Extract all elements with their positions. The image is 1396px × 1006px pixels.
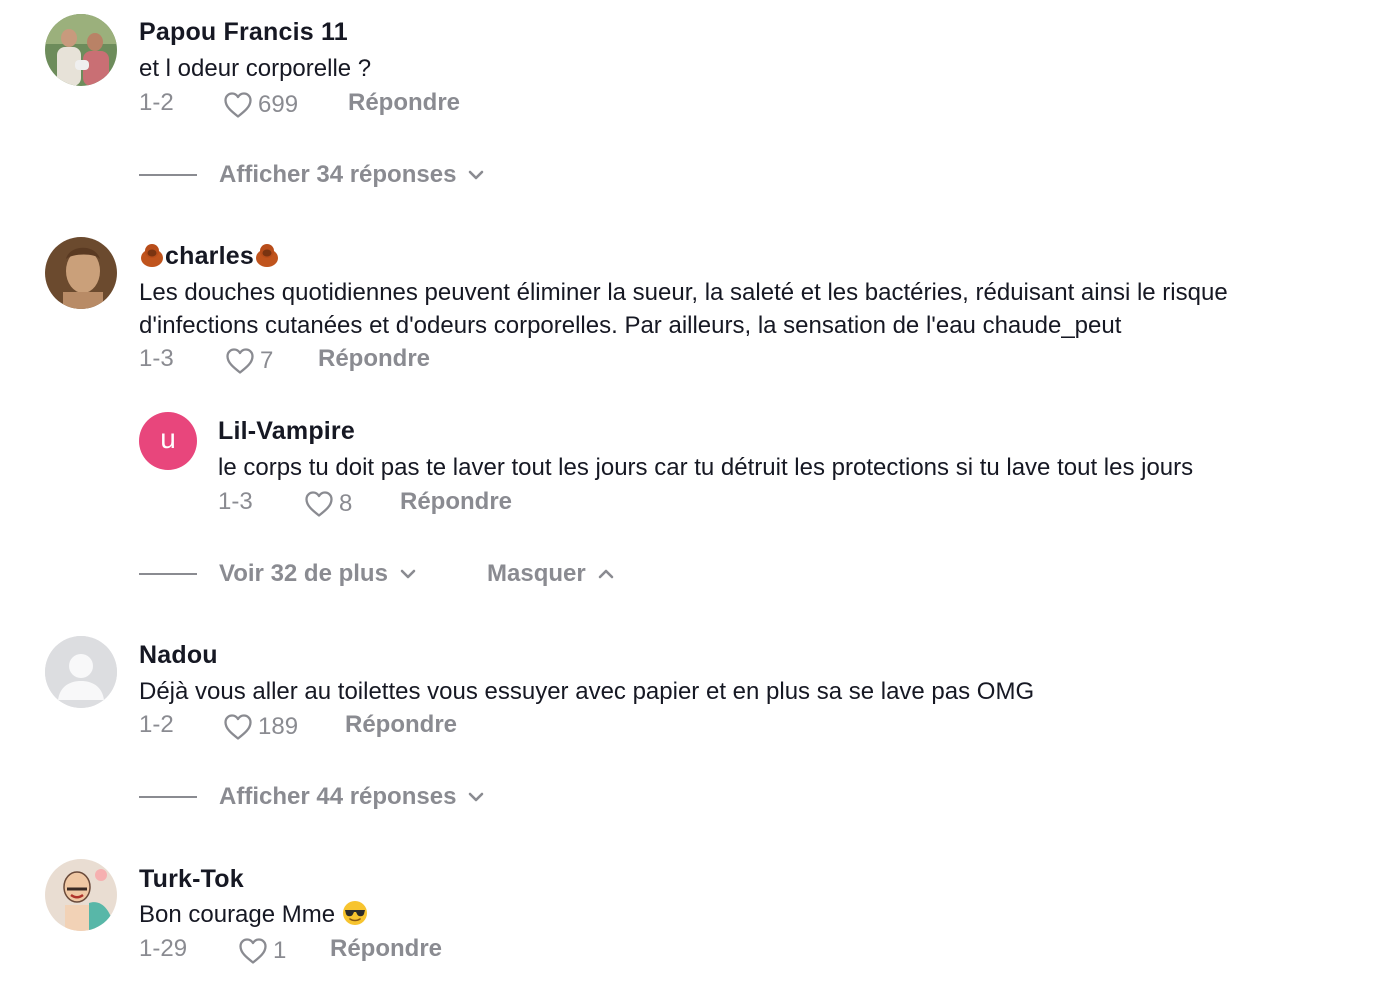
view-replies-label: Afficher 44 réponses <box>219 783 457 810</box>
reply-username[interactable]: Lil-Vampire <box>218 416 355 446</box>
comment-text: Déjà vous aller au toilettes vous essuye… <box>139 678 1035 705</box>
heart-icon <box>222 89 254 121</box>
view-more-label: Voir 32 de plus <box>219 560 388 587</box>
username-text: charles <box>165 242 254 270</box>
thread-divider <box>139 174 197 176</box>
orangutan-icon <box>141 244 163 267</box>
thread-divider <box>139 796 197 798</box>
comment-text: et l odeur corporelle ? <box>139 55 372 82</box>
heart-icon <box>222 711 254 743</box>
chevron-down-icon <box>466 787 486 807</box>
comment-username[interactable]: Nadou <box>139 640 218 670</box>
heart-icon <box>224 345 256 377</box>
comment-text-line-1: Les douches quotidiennes peuvent élimine… <box>139 279 1228 306</box>
like-count: 8 <box>339 490 353 517</box>
heart-icon <box>237 935 269 967</box>
comment-username[interactable]: charles <box>139 241 280 271</box>
comment-date: 1-29 <box>139 935 188 962</box>
reply-date: 1-3 <box>218 488 253 515</box>
like-button[interactable]: 7 <box>224 345 273 377</box>
comment-date: 1-2 <box>139 711 174 738</box>
thread-divider <box>139 573 197 575</box>
comment-text-line-2: d'infections cutanées et d'odeurs corpor… <box>139 312 1122 339</box>
reply-button[interactable]: Répondre <box>345 710 457 740</box>
comment-username[interactable]: Papou Francis 11 <box>139 17 348 47</box>
chevron-up-icon <box>596 564 616 584</box>
view-replies-button[interactable]: Afficher 44 réponses <box>219 782 486 812</box>
avatar[interactable] <box>45 636 117 708</box>
comment-date: 1-2 <box>139 89 174 116</box>
like-count: 1 <box>273 937 287 964</box>
view-replies-button[interactable]: Afficher 34 réponses <box>219 160 486 190</box>
avatar-letter: u <box>160 423 176 454</box>
hide-replies-button[interactable]: Masquer <box>487 559 616 589</box>
orangutan-icon <box>255 244 278 267</box>
avatar[interactable] <box>45 237 117 309</box>
avatar[interactable] <box>45 859 117 931</box>
view-more-button[interactable]: Voir 32 de plus <box>219 559 418 589</box>
like-button[interactable]: 8 <box>303 488 352 520</box>
like-count: 189 <box>258 713 299 740</box>
reply-text: le corps tu doit pas te laver tout les j… <box>218 454 1194 481</box>
avatar[interactable] <box>45 14 117 86</box>
comment-text-content: Bon courage Mme <box>139 901 336 928</box>
like-count: 7 <box>260 347 274 374</box>
reply-button[interactable]: Répondre <box>330 934 442 964</box>
chevron-down-icon <box>466 165 486 185</box>
heart-icon <box>303 488 335 520</box>
reply-avatar[interactable]: u <box>139 412 197 470</box>
comment-date: 1-3 <box>139 345 174 372</box>
comment-text: Bon courage Mme <box>139 898 368 931</box>
sunglasses-emoji-icon <box>342 901 367 925</box>
like-button[interactable]: 699 <box>222 89 298 121</box>
like-count: 699 <box>258 91 299 118</box>
reply-button[interactable]: Répondre <box>400 487 512 517</box>
chevron-down-icon <box>398 564 418 584</box>
hide-replies-label: Masquer <box>487 560 586 587</box>
reply-button[interactable]: Répondre <box>348 88 460 118</box>
comment-username[interactable]: Turk-Tok <box>139 864 244 894</box>
like-button[interactable]: 1 <box>237 935 286 967</box>
reply-button[interactable]: Répondre <box>318 344 430 374</box>
view-replies-label: Afficher 34 réponses <box>219 161 457 188</box>
like-button[interactable]: 189 <box>222 711 298 743</box>
